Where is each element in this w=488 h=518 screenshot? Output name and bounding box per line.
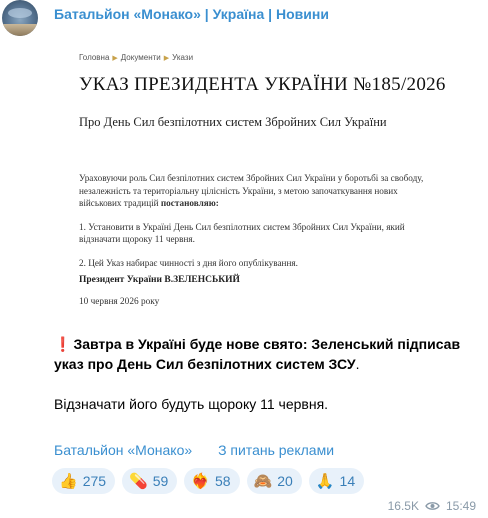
message-text: ❗ Завтра в Україні буде нове свято: Зелен… bbox=[54, 334, 478, 414]
reaction-count: 275 bbox=[82, 473, 107, 489]
see-no-evil-monkey-icon: 🙈 bbox=[253, 471, 273, 490]
eye-icon bbox=[425, 502, 440, 510]
document-date: 10 червня 2026 року bbox=[79, 297, 160, 307]
channel-avatar[interactable] bbox=[2, 0, 38, 36]
item-1-line-1: 1. Установити в Україні День Сил безпіло… bbox=[79, 221, 405, 232]
document-signature: Президент України В.ЗЕЛЕНСЬКИЙ bbox=[79, 275, 240, 285]
breadcrumb-separator-icon: ▶ bbox=[112, 55, 118, 62]
channel-link[interactable]: Батальйон «Монако» bbox=[54, 442, 192, 458]
preamble-line-1: Ураховуючи роль Сил безпілотних систем З… bbox=[79, 173, 424, 183]
document-body: Ураховуючи роль Сил безпілотних систем З… bbox=[79, 172, 469, 281]
reaction-count: 14 bbox=[339, 473, 356, 489]
view-count: 16.5K bbox=[387, 499, 419, 513]
message-time: 15:49 bbox=[445, 499, 476, 513]
breadcrumb: Головна ▶ Документи ▶ Укази bbox=[79, 53, 193, 62]
message-body: Відзначати його будуть щороку 11 червня. bbox=[54, 396, 329, 412]
document-subtitle: Про День Сил безпілотних систем Збройних… bbox=[79, 115, 387, 129]
reactions-bar: 👍 275 💊 59 ❤️‍🔥 58 🙈 20 🙏 14 bbox=[52, 468, 365, 494]
message-links: Батальйон «Монако» З питань реклами bbox=[54, 442, 356, 458]
headline-text: Завтра в Україні буде нове свято: Зеленс… bbox=[54, 336, 461, 372]
pill-icon: 💊 bbox=[129, 471, 148, 490]
document-preamble: Ураховуючи роль Сил безпілотних систем З… bbox=[79, 172, 469, 210]
preamble-line-3: військових традицій bbox=[79, 198, 161, 209]
preamble-decree-word: постановляю: bbox=[160, 198, 219, 209]
message-meta: 16.5K 15:49 bbox=[388, 499, 476, 513]
reaction-count: 58 bbox=[215, 473, 231, 489]
channel-name[interactable]: Батальйон «Монако» | Україна | Новини bbox=[54, 6, 329, 22]
item-1-line-2: відзначати щороку 11 червня. bbox=[79, 234, 195, 245]
breadcrumb-decrees: Укази bbox=[172, 53, 194, 62]
document-title: УКАЗ ПРЕЗИДЕНТА УКРАЇНИ №185/2026 bbox=[79, 74, 446, 95]
message-headline: ❗ Завтра в Україні буде нове свято: Зелен… bbox=[54, 334, 478, 374]
headline-period: . bbox=[355, 356, 360, 372]
ads-link[interactable]: З питань реклами bbox=[218, 442, 334, 458]
reaction-pill[interactable]: 💊 59 bbox=[122, 468, 178, 494]
reaction-count: 59 bbox=[152, 473, 169, 489]
reaction-thumbs-up[interactable]: 👍 275 bbox=[52, 468, 116, 494]
reaction-count: 20 bbox=[277, 473, 293, 489]
message-bubble: Батальйон «Монако» | Україна | Новини Го… bbox=[46, 0, 484, 518]
document-image[interactable]: Головна ▶ Документи ▶ Укази УКАЗ ПРЕЗИДЕНТА … bbox=[46, 34, 484, 324]
reaction-heart-on-fire[interactable]: ❤️‍🔥 58 bbox=[184, 468, 240, 494]
breadcrumb-home: Головна bbox=[79, 53, 110, 62]
document-item-2: 2. Цей Указ набирає чинності з дня його … bbox=[79, 257, 298, 268]
avatar-city bbox=[2, 24, 38, 36]
reaction-monkey[interactable]: 🙈 20 bbox=[246, 468, 302, 494]
preamble-line-2: незалежність та територіальну цілісність… bbox=[79, 185, 398, 196]
thumbs-up-icon: 👍 bbox=[59, 471, 78, 490]
breadcrumb-separator-icon: ▶ bbox=[163, 55, 170, 62]
heart-on-fire-icon: ❤️‍🔥 bbox=[191, 471, 210, 490]
reaction-folded-hands[interactable]: 🙏 14 bbox=[308, 468, 365, 494]
avatar-sky bbox=[8, 8, 32, 18]
folded-hands-icon: 🙏 bbox=[315, 471, 335, 490]
document-item-1: 1. Установити в Україні День Сил безпіло… bbox=[79, 221, 469, 246]
breadcrumb-documents: Документи bbox=[120, 53, 161, 62]
exclamation-icon: ❗ bbox=[54, 336, 72, 352]
